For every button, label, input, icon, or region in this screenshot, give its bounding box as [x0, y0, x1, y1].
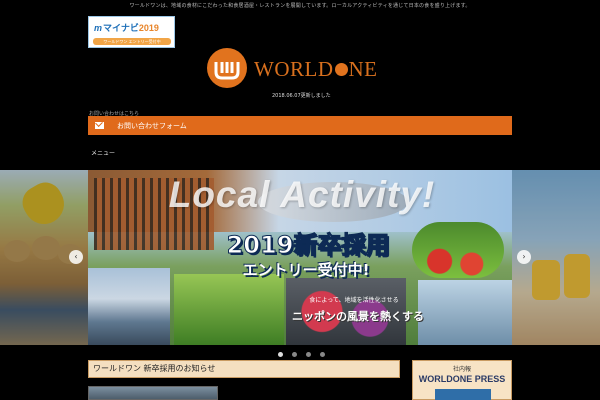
logo-o-circle-icon	[334, 63, 348, 76]
mynavi-2019-banner[interactable]: mマイナビ2019 ワールドワン エントリー受付中	[88, 16, 175, 48]
slide-subhead: エントリー受付中!	[242, 261, 370, 279]
press-title: WORLDONE PRESS	[418, 374, 506, 384]
mynavi-banner-title: mマイナビ2019	[94, 21, 159, 34]
potato-image	[32, 236, 60, 260]
header-tagline: ワールドワンは、地域の食材にこだわった和食居酒屋・レストランを展開しています。ロ…	[129, 3, 471, 9]
worldone-press-banner[interactable]: 社内報 WORLDONE PRESS	[412, 360, 512, 400]
mail-icon	[95, 122, 104, 129]
press-label-small: 社内報	[452, 366, 471, 373]
mynavi-banner-subtitle: ワールドワン エントリー受付中	[93, 38, 171, 45]
beer-glass-image	[564, 254, 590, 298]
goya-image	[174, 274, 284, 345]
logo-wordmark: WORLD NE	[254, 57, 378, 82]
contact-form-label: お問い合わせフォーム	[117, 121, 187, 130]
slider-dot[interactable]	[320, 352, 325, 357]
slide-tagline-small: 食によって、地域を活性化させる	[309, 297, 399, 304]
slider-next-arrow-icon[interactable]: ›	[517, 250, 531, 264]
slide-activity-text: Local Activity!	[168, 174, 436, 215]
news-thumbnail[interactable]	[88, 386, 218, 400]
staff-photo	[418, 280, 512, 345]
slider-dot[interactable]	[278, 352, 283, 357]
mynavi-banner-year: 2019	[138, 23, 159, 33]
slide-tagline-big: ニッポンの風景を熱くする	[292, 310, 424, 323]
slide-recruit-2019[interactable]: Local Activity! 2019新卒採用 エントリー受付中! 食によって…	[88, 170, 512, 345]
potato-image	[4, 240, 30, 262]
menu-toggle[interactable]: メニュー	[91, 148, 115, 157]
slider-dot[interactable]	[306, 352, 311, 357]
harbor-image	[88, 268, 170, 345]
mynavi-banner-name: マイナビ	[103, 23, 139, 33]
slider-prev-arrow-icon[interactable]: ‹	[69, 250, 83, 264]
hero-slider: Local Activity! 2019新卒採用 エントリー受付中! 食によって…	[0, 170, 600, 345]
press-cover-thumbnail	[435, 389, 491, 400]
slider-pagination	[278, 352, 325, 357]
mynavi-logo-mark: m	[94, 23, 103, 33]
logo-text-world: WORLD	[254, 57, 334, 81]
slider-dot[interactable]	[292, 352, 297, 357]
site-logo[interactable]: WORLD NE	[207, 48, 397, 90]
news-section-heading: ワールドワン 新卒採用のお知らせ	[88, 360, 400, 378]
contact-form-button[interactable]: お問い合わせフォーム	[88, 116, 512, 135]
logo-text-ne: NE	[348, 57, 378, 81]
beer-glass-image	[532, 260, 560, 300]
logo-emblem-icon	[207, 48, 247, 88]
update-date: 2018.06.07更新しました	[272, 93, 331, 99]
slide-headline: 2019新卒採用	[226, 231, 390, 260]
corn-image	[16, 176, 72, 232]
